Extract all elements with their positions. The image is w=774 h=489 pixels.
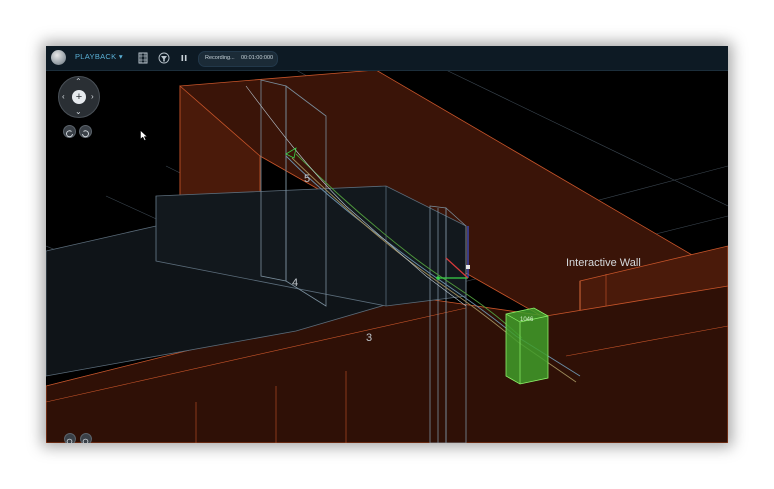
app-logo-icon[interactable] <box>51 50 66 65</box>
arrow-down-icon[interactable]: ⌄ <box>75 108 82 116</box>
pause-icon[interactable] <box>178 52 190 64</box>
zone-label-4: 4 <box>292 277 299 289</box>
recording-time: 00:01:00:000 <box>241 55 274 61</box>
rotate-left-icon[interactable] <box>63 125 76 138</box>
rotate-right-icon[interactable] <box>79 125 92 138</box>
3d-scene-canvas[interactable] <box>46 46 728 443</box>
recording-status: Recording... 00:01:00:000 <box>198 51 278 67</box>
interactive-wall-label: Interactive Wall <box>566 257 641 269</box>
top-toolbar: PLAYBACK ▾ Recording... 00:01:00:000 <box>46 46 728 71</box>
recording-label: Recording... <box>205 55 235 61</box>
zoom-out-icon[interactable] <box>80 433 92 443</box>
arrow-left-icon[interactable]: ‹ <box>62 93 65 101</box>
mouse-cursor-icon <box>140 130 148 141</box>
arrow-right-icon[interactable]: › <box>91 93 94 101</box>
filter-icon[interactable] <box>158 52 170 64</box>
viewer-window: PLAYBACK ▾ Recording... 00:01:00:000 ⌃ ⌄… <box>46 46 728 443</box>
zoom-in-icon[interactable] <box>64 433 76 443</box>
zone-label-3: 3 <box>366 332 373 344</box>
playback-mode-dropdown[interactable]: PLAYBACK ▾ <box>75 52 123 61</box>
arrow-up-icon[interactable]: ⌃ <box>75 78 82 86</box>
zone-label-5: 5 <box>304 173 311 185</box>
navigation-pad[interactable]: ⌃ ⌄ ‹ › + <box>58 76 100 118</box>
sensor-id-label: 1046 <box>520 317 534 323</box>
film-strip-icon[interactable] <box>137 52 149 64</box>
center-home-icon[interactable]: + <box>72 90 86 104</box>
